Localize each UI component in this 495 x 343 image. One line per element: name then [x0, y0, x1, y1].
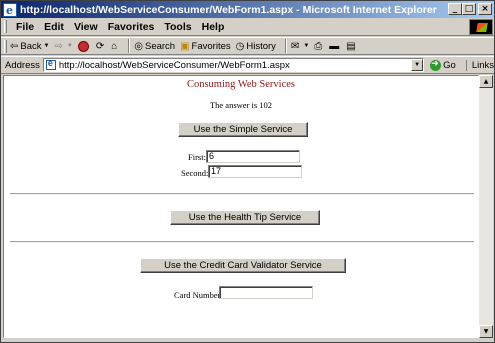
forward-dropdown-icon[interactable]: ▼ [67, 43, 73, 49]
horizontal-rule [10, 193, 474, 195]
print-button[interactable]: ⎙ [314, 41, 324, 52]
address-bar: Address http://localhost/WebServiceConsu… [1, 56, 494, 74]
search-button[interactable]: ◎ Search [134, 41, 175, 52]
maximize-button[interactable]: □ [462, 3, 476, 15]
edit-button[interactable]: ▬ [329, 41, 341, 52]
favorites-button[interactable]: ▣ Favorites [180, 41, 231, 52]
stop-button[interactable] [77, 40, 91, 52]
go-label: Go [443, 59, 456, 71]
toolbar-separator [284, 39, 287, 53]
title-bar: e http://localhost/WebServiceConsumer/We… [1, 1, 494, 18]
back-dropdown-icon[interactable]: ▼ [44, 43, 50, 49]
go-arrow-icon [430, 58, 442, 71]
window-controls: _ □ × [448, 3, 492, 15]
refresh-button[interactable]: ⟳ [96, 41, 106, 52]
first-field[interactable]: 6 [206, 150, 300, 163]
back-arrow-icon: ⇦ [10, 40, 19, 52]
favorites-icon: ▣ [180, 40, 190, 52]
page-icon [45, 58, 56, 70]
close-button[interactable]: × [478, 3, 492, 15]
forward-button[interactable]: ⇨ ▼ [54, 41, 72, 52]
mail-icon: ✉ [290, 40, 300, 52]
history-icon: ◷ [235, 40, 245, 52]
back-label: Back [20, 40, 42, 52]
address-input[interactable]: http://localhost/WebServiceConsumer/WebF… [42, 58, 425, 72]
history-label: History [246, 40, 276, 52]
health-tip-button[interactable]: Use the Health Tip Service [170, 210, 320, 225]
browser-window: e http://localhost/WebServiceConsumer/We… [0, 0, 495, 343]
home-icon: ⌂ [111, 40, 118, 52]
menu-bar: File Edit View Favorites Tools Help [1, 18, 494, 36]
mail-button[interactable]: ✉ ▼ [291, 41, 309, 52]
discuss-button[interactable]: ▤ [346, 41, 357, 52]
horizontal-rule [10, 241, 474, 243]
answer-text: The answer is 102 [209, 100, 273, 110]
vertical-scrollbar[interactable]: ▲ ▼ [479, 75, 493, 338]
search-icon: ◎ [134, 40, 143, 52]
scroll-down-icon[interactable]: ▼ [479, 325, 493, 338]
credit-card-validator-button[interactable]: Use the Credit Card Validator Service [140, 258, 346, 273]
menu-tools[interactable]: Tools [159, 21, 196, 33]
page-heading: Consuming Web Services [186, 79, 296, 90]
toolbar-grip[interactable] [4, 39, 7, 53]
menu-favorites[interactable]: Favorites [103, 21, 160, 33]
second-field[interactable]: 17 [208, 165, 302, 178]
print-icon: ⎙ [314, 40, 323, 52]
mail-dropdown-icon[interactable]: ▼ [303, 43, 309, 49]
standard-toolbar: ⇦ Back ▼ ⇨ ▼ ⟳ ⌂ ◎ Search ▣ Favorites ◷ … [1, 37, 494, 55]
stop-icon [77, 40, 89, 52]
go-button[interactable]: Go [430, 58, 456, 71]
second-label: Second: [181, 168, 209, 178]
windows-flag-icon [476, 23, 488, 32]
windows-logo-throbber [469, 19, 493, 35]
menu-edit[interactable]: Edit [39, 21, 69, 33]
first-label: First: [188, 152, 206, 162]
card-number-label: Card Number: [174, 290, 223, 300]
favorites-label: Favorites [191, 40, 231, 52]
window-title: http://localhost/WebServiceConsumer/WebF… [20, 3, 437, 16]
address-label: Address [5, 59, 40, 71]
page-content: Consuming Web Services The answer is 102… [3, 75, 479, 338]
edit-icon: ▬ [329, 40, 340, 52]
address-dropdown-icon[interactable]: ▼ [411, 59, 424, 71]
ie-icon: e [3, 2, 17, 17]
search-label: Search [144, 40, 176, 52]
status-bar [1, 338, 494, 342]
refresh-icon: ⟳ [95, 40, 105, 52]
menu-help[interactable]: Help [197, 21, 230, 33]
menu-file[interactable]: File [11, 21, 39, 33]
links-button[interactable]: Links [465, 59, 494, 71]
history-button[interactable]: ◷ History [236, 41, 276, 52]
svg-text:e: e [6, 4, 13, 17]
scroll-up-icon[interactable]: ▲ [479, 75, 493, 88]
menu-view[interactable]: View [69, 21, 103, 33]
simple-service-button[interactable]: Use the Simple Service [178, 122, 308, 137]
back-button[interactable]: ⇦ Back ▼ [10, 41, 49, 52]
discuss-icon: ▤ [346, 40, 356, 52]
forward-arrow-icon: ⇨ [54, 40, 63, 52]
home-button[interactable]: ⌂ [111, 41, 119, 52]
toolbar-separator [128, 39, 131, 53]
card-number-field[interactable] [219, 286, 313, 299]
minimize-button[interactable]: _ [448, 3, 462, 15]
menubar-grip[interactable] [4, 20, 7, 33]
address-url[interactable]: http://localhost/WebServiceConsumer/WebF… [59, 60, 290, 71]
